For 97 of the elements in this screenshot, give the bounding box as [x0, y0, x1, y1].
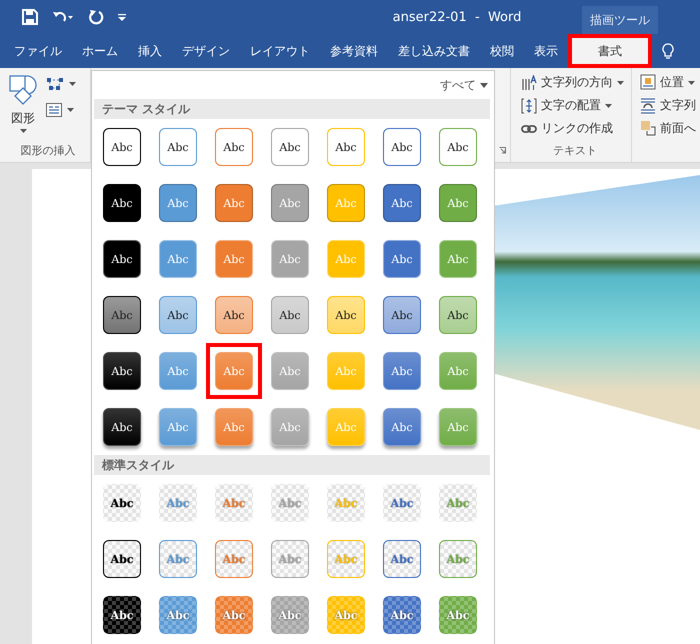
context-tab-label: 描画ツール — [582, 6, 658, 34]
shape-style-swatch[interactable]: Abc — [159, 184, 197, 222]
save-icon[interactable] — [22, 9, 38, 25]
shape-style-swatch[interactable]: Abc — [215, 184, 253, 222]
caret-icon — [480, 82, 488, 88]
shape-style-swatch[interactable]: Abc — [215, 596, 253, 634]
shape-style-swatch[interactable]: Abc — [439, 408, 477, 446]
shape-style-swatch[interactable]: Abc — [383, 240, 421, 278]
customize-icon[interactable] — [118, 13, 126, 21]
shape-style-swatch[interactable]: Abc — [215, 240, 253, 278]
redo-icon[interactable] — [88, 9, 104, 25]
shape-style-swatch[interactable]: Abc — [159, 296, 197, 334]
shape-style-swatch[interactable]: Abc — [383, 540, 421, 578]
ribbon-tab[interactable]: ファイル — [4, 34, 72, 68]
ribbon-button[interactable]: 文字の配置 — [519, 95, 631, 116]
shape-style-swatch[interactable]: Abc — [159, 128, 197, 166]
ribbon-tab[interactable]: 書式 — [568, 34, 652, 68]
shape-style-swatch[interactable]: Abc — [439, 296, 477, 334]
edit-points-icon — [46, 77, 64, 91]
section-header: テーマ スタイル — [94, 99, 490, 119]
shape-style-swatch[interactable]: Abc — [215, 408, 253, 446]
shape-style-swatch[interactable]: Abc — [271, 540, 309, 578]
caret-icon — [20, 129, 26, 133]
ribbon-button[interactable]: 位置 — [638, 72, 700, 93]
caret-icon — [688, 80, 695, 84]
shape-style-swatch[interactable]: Abc — [215, 484, 253, 522]
shape-style-swatch[interactable]: Abc — [271, 128, 309, 166]
text-box-icon — [46, 103, 62, 117]
caret-icon — [67, 108, 74, 112]
shape-style-swatch[interactable]: Abc — [159, 408, 197, 446]
ribbon-tab[interactable]: 差し込み文書 — [388, 34, 480, 68]
group-label: 図形の挿入 — [20, 143, 76, 159]
text-direction-icon — [521, 74, 537, 90]
shape-style-swatch[interactable]: Abc — [383, 484, 421, 522]
ribbon-button[interactable]: 前面へ — [638, 118, 700, 139]
shape-style-swatch[interactable]: Abc — [439, 596, 477, 634]
text-align-icon — [521, 98, 537, 114]
shape-style-swatch[interactable]: Abc — [103, 596, 141, 634]
position-icon — [640, 74, 656, 91]
shape-style-swatch[interactable]: Abc — [215, 128, 253, 166]
filter-dropdown[interactable]: すべて — [438, 76, 490, 94]
shape-style-swatch[interactable]: Abc — [383, 296, 421, 334]
shape-style-swatch[interactable]: Abc — [271, 296, 309, 334]
bring-forward-icon — [640, 120, 656, 137]
shape-style-swatch[interactable]: Abc — [271, 240, 309, 278]
shape-style-swatch[interactable]: Abc — [103, 128, 141, 166]
shape-style-swatch[interactable]: Abc — [383, 184, 421, 222]
shape-style-swatch[interactable]: Abc — [103, 240, 141, 278]
shape-style-swatch[interactable]: Abc — [383, 596, 421, 634]
window-title: anser22-01 - Word — [392, 10, 522, 24]
shape-style-swatch[interactable]: Abc — [159, 596, 197, 634]
shape-style-swatch[interactable]: Abc — [439, 540, 477, 578]
shape-style-swatch[interactable]: Abc — [103, 296, 141, 334]
shape-style-swatch[interactable]: Abc — [383, 352, 421, 390]
shape-style-swatch[interactable]: Abc — [159, 240, 197, 278]
shape-style-swatch[interactable]: Abc — [439, 184, 477, 222]
shape-style-swatch[interactable]: Abc — [103, 540, 141, 578]
group-label: テキスト — [552, 143, 598, 159]
shape-style-swatch[interactable]: Abc — [439, 128, 477, 166]
shape-style-swatch[interactable]: Abc — [159, 352, 197, 390]
shape-style-swatch[interactable]: Abc — [103, 352, 141, 390]
shape-style-swatch[interactable]: Abc — [215, 540, 253, 578]
shape-style-swatch[interactable]: Abc — [327, 128, 365, 166]
shape-style-swatch[interactable]: Abc — [439, 240, 477, 278]
shapes-button[interactable]: 図形 — [6, 74, 40, 138]
shape-style-swatch[interactable]: Abc — [103, 184, 141, 222]
caret-icon — [605, 104, 612, 108]
shape-style-swatch[interactable]: Abc — [383, 408, 421, 446]
shape-style-swatch[interactable]: Abc — [103, 408, 141, 446]
shape-style-swatch[interactable]: Abc — [327, 296, 365, 334]
caret-icon — [69, 82, 76, 86]
shape-style-swatch[interactable]: Abc — [271, 596, 309, 634]
shape-style-swatch[interactable]: Abc — [271, 484, 309, 522]
shape-style-swatch[interactable]: Abc — [159, 484, 197, 522]
shape-style-swatch[interactable]: Abc — [383, 128, 421, 166]
dialog-launcher-icon[interactable] — [499, 147, 506, 154]
section-header: 標準スタイル — [94, 455, 490, 475]
shape-style-swatch[interactable]: Abc — [215, 296, 253, 334]
ribbon-tab[interactable]: デザイン — [172, 34, 240, 68]
ribbon-button[interactable]: 文字列 — [638, 95, 700, 116]
shape-style-swatch[interactable]: Abc — [159, 540, 197, 578]
ribbon-tab[interactable]: ホーム — [72, 34, 128, 68]
ribbon-tab[interactable]: 表示 — [524, 34, 568, 68]
shape-style-swatch[interactable]: Abc — [103, 484, 141, 522]
ribbon-tab[interactable]: 校閲 — [480, 34, 524, 68]
shape-style-swatch[interactable]: Abc — [215, 352, 253, 390]
ribbon-button[interactable]: 文字列の方向 — [519, 72, 631, 93]
ribbon-tab[interactable]: 参考資料 — [320, 34, 388, 68]
ribbon-button[interactable]: リンクの作成 — [519, 118, 631, 139]
shape-style-swatch[interactable]: Abc — [439, 484, 477, 522]
shape-style-swatch[interactable]: Abc — [271, 184, 309, 222]
lightbulb-icon[interactable] — [662, 43, 674, 59]
caret-icon — [617, 80, 624, 84]
wrap-text-icon — [640, 97, 656, 114]
ribbon-tab[interactable]: 挿入 — [128, 34, 172, 68]
shape-style-swatch[interactable]: Abc — [439, 352, 477, 390]
ribbon-tab[interactable]: レイアウト — [240, 34, 320, 68]
